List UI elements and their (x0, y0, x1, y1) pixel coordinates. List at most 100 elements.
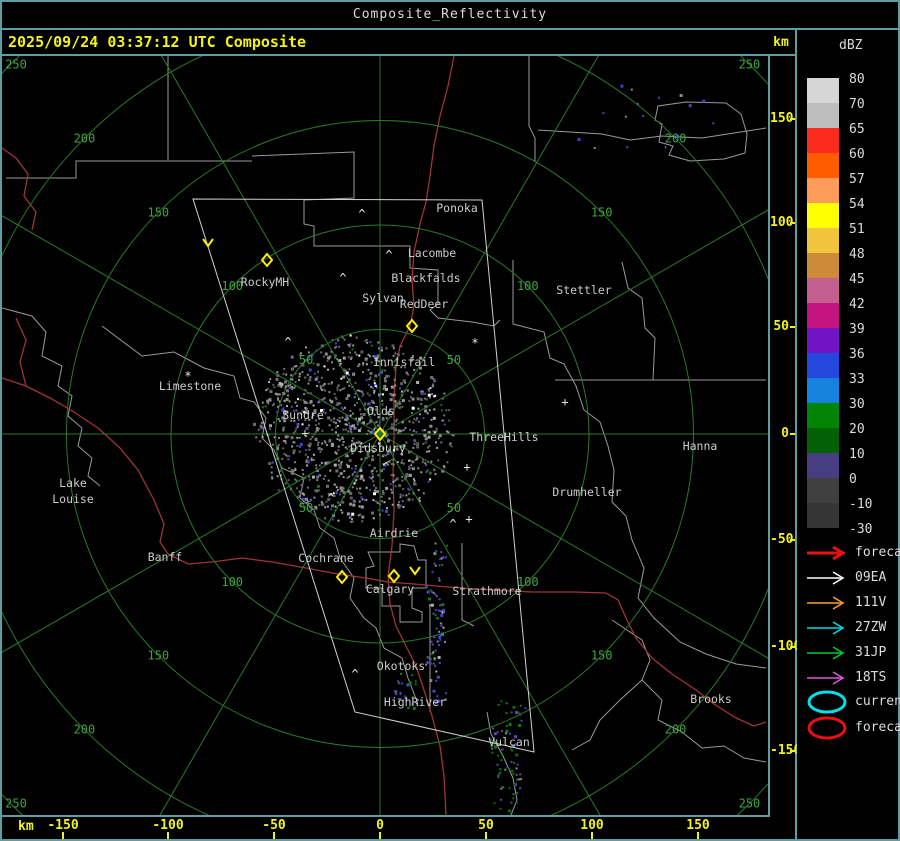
scale-band-20 (807, 428, 839, 453)
city-label-vulcan: Vulcan (488, 735, 530, 749)
radar-map-canvas[interactable]: 50 5050 50100 100100 100150 150150 150200 20020… (2, 56, 768, 815)
scale-band-65 (807, 128, 839, 153)
city-label-innisfail: Innisfail (373, 355, 435, 369)
track-label-18TS-5: 18TS (855, 670, 887, 685)
city-label-rockymh: RockyMH (241, 275, 290, 289)
city-label-lacombe: Lacombe (408, 246, 457, 260)
map-point-marker-icon: ^ (351, 667, 358, 681)
map-point-marker-icon: ^ (382, 460, 389, 474)
echo-cluster-calgary-south-trail (425, 542, 449, 705)
radar-app-window: Composite_Reflectivity 2025/09/24 03:37:… (0, 0, 900, 841)
map-point-marker-icon: + (463, 460, 470, 474)
scale-value-45: 45 (849, 272, 865, 287)
ring-distance-label: 50 (447, 353, 461, 367)
city-label-threehills: ThreeHills (469, 430, 538, 444)
city-label-lake-louise: Lake (59, 476, 87, 490)
y-axis-tick (790, 646, 795, 648)
scale-value--10: -10 (849, 497, 873, 512)
ring-distance-label: 250 (739, 58, 761, 72)
x-axis-tick (697, 832, 699, 839)
city-label-stettler: Stettler (556, 283, 611, 297)
x-axis-tick (62, 832, 64, 839)
border-line (101, 325, 419, 705)
x-axis-label--50: -50 (262, 818, 286, 833)
track-label-27ZW-3: 27ZW (855, 620, 887, 635)
storm-vector-arrow-icon (409, 566, 421, 576)
timestamp-label: 2025/09/24 03:37:12 UTC Composite (8, 33, 307, 51)
city-label-hanna: Hanna (683, 439, 718, 453)
map-point-marker-icon: ^ (339, 271, 346, 285)
y-axis-tick (790, 326, 795, 328)
radar-site-diamond-icon (387, 568, 401, 584)
track-label-09EA-1: 09EA (855, 570, 887, 585)
scale-value-36: 36 (849, 347, 865, 362)
city-label-didsbury: Didsbury (350, 441, 405, 455)
scale-value-30: 30 (849, 397, 865, 412)
ring-distance-label: 200 (74, 723, 96, 737)
window-title: Composite_Reflectivity (352, 7, 548, 22)
y-axis-label-50: 50 (773, 319, 789, 334)
x-axis-label-50: 50 (478, 818, 494, 833)
map-point-marker-icon: * (471, 336, 478, 350)
y-axis-tick (790, 539, 795, 541)
map-point-marker-icon: ^ (327, 491, 334, 505)
city-label-sylvan: Sylvan (362, 291, 404, 305)
mountain-road (15, 317, 27, 387)
y-axis: 150 100 50 0 -50 -100 -150 (770, 30, 802, 839)
border-line (537, 127, 767, 141)
y-axis-label--150: -150 (770, 743, 802, 758)
scale-value-51: 51 (849, 222, 865, 237)
track-label-forecast-0: forecast (855, 545, 900, 560)
scale-band-0 (807, 478, 839, 503)
scale-band-10 (807, 453, 839, 478)
city-label-blackfalds: Blackfalds (391, 271, 460, 285)
ring-distance-label: 150 (147, 649, 169, 663)
radar-site-diamond-icon (335, 569, 349, 585)
ring-distance-label: 150 (591, 649, 613, 663)
09EA-arrow-icon (807, 571, 845, 585)
y-axis-label--100: -100 (770, 639, 802, 654)
city-label-airdrie: Airdrie (370, 526, 419, 540)
scale-band-57 (807, 178, 839, 203)
x-axis-tick (591, 832, 593, 839)
ring-distance-label: 200 (74, 131, 96, 145)
storm-vector-arrow-icon (202, 238, 214, 248)
track-label-111V-2: 111V (855, 595, 887, 610)
city-label-cochrane: Cochrane (298, 551, 353, 565)
map-point-marker-icon: ^ (385, 248, 392, 262)
city-label-okotoks: Okotoks (377, 659, 425, 673)
scale-value-57: 57 (849, 172, 865, 187)
y-axis-label--50: -50 (770, 532, 794, 547)
map-point-marker-icon: + (301, 426, 308, 440)
city-label-strathmore: Strathmore (452, 584, 521, 598)
ring-distance-label: 150 (591, 205, 613, 219)
city-label-olds: Olds (367, 404, 395, 418)
map-point-marker-icon: ^ (449, 517, 456, 531)
scale-value-65: 65 (849, 122, 865, 137)
scale-value-48: 48 (849, 247, 865, 262)
title-bar: Composite_Reflectivity (2, 2, 898, 30)
scale-value-0: 0 (849, 472, 857, 487)
18TS-arrow-icon (807, 671, 845, 685)
scale-band-39 (807, 328, 839, 353)
scale-band-48 (807, 253, 839, 278)
y-axis-tick (790, 222, 795, 224)
scale-band-36 (807, 353, 839, 378)
scale-band-42 (807, 303, 839, 328)
scale-band-60 (807, 153, 839, 178)
y-axis-label-150: 150 (770, 111, 794, 126)
map-point-marker-icon: ^ (284, 335, 291, 349)
scale-band--10 (807, 503, 839, 528)
scale-unit-label: dBZ (839, 38, 863, 53)
city-label-banff: Banff (148, 550, 183, 564)
city-label-brooks: Brooks (690, 692, 732, 706)
scale-band-54 (807, 203, 839, 228)
echo-cluster-northeast-sparse (577, 84, 715, 149)
scale-band-30 (807, 403, 839, 428)
scale-value-60: 60 (849, 147, 865, 162)
city-label-calgary: Calgary (366, 582, 415, 596)
track-label-forecast-7: forecast (855, 720, 900, 735)
city-label-limestone: Limestone (159, 379, 221, 393)
31JP-arrow-icon (807, 646, 845, 660)
ring-distance-label: 250 (5, 58, 27, 72)
